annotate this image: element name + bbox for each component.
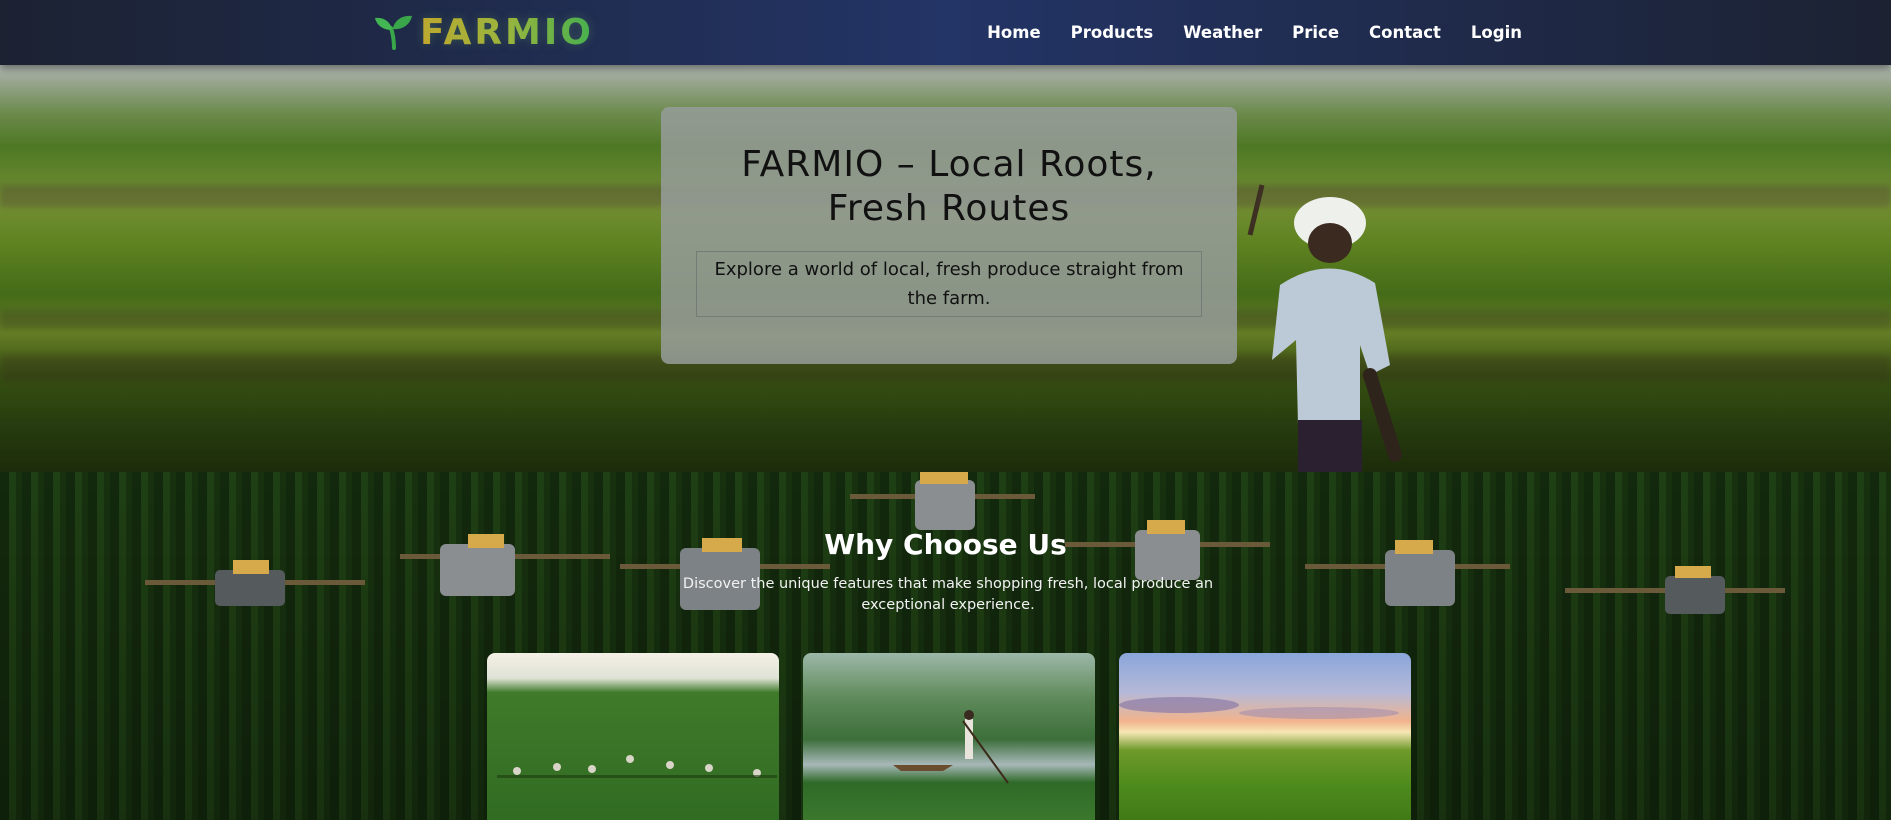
nav-link-contact[interactable]: Contact: [1369, 23, 1441, 42]
tractor-image: [1565, 566, 1785, 614]
brand-logo[interactable]: FARMIO: [374, 10, 594, 54]
why-choose-us-subtitle: Discover the unique features that make s…: [682, 576, 1214, 613]
why-choose-us-title: Why Choose Us: [824, 528, 1067, 561]
field-tractors-thumbnail: [497, 755, 777, 778]
sunset-field-thumbnail: [1119, 697, 1399, 719]
feature-card-image[interactable]: [803, 653, 1095, 820]
nav-link-login[interactable]: Login: [1471, 23, 1522, 42]
main-nav: Home Products Weather Price Contact Logi…: [987, 0, 1522, 65]
navbar: FARMIO Home Products Weather Price Conta…: [0, 0, 1891, 65]
river-boat-thumbnail: [893, 710, 1009, 784]
hero-title: FARMIO – Local Roots, Fresh Routes: [741, 144, 1157, 229]
farmer-figure: [1247, 184, 1402, 472]
sprout-icon: [375, 15, 412, 50]
brand-name: FARMIO: [420, 11, 594, 53]
feature-card-image[interactable]: [1119, 653, 1411, 820]
tractor-image: [145, 560, 365, 606]
nav-link-price[interactable]: Price: [1292, 23, 1339, 42]
hero-section: FARMIO – Local Roots, Fresh Routes Explo…: [0, 65, 1891, 472]
hero-card: FARMIO – Local Roots, Fresh Routes Explo…: [661, 107, 1237, 364]
nav-link-home[interactable]: Home: [987, 23, 1041, 42]
nav-link-products[interactable]: Products: [1071, 23, 1154, 42]
why-choose-us-section: Why Choose Us Discover the unique featur…: [0, 472, 1891, 820]
feature-card-image[interactable]: [487, 653, 779, 820]
hero-subtitle: Explore a world of local, fresh produce …: [696, 251, 1202, 317]
nav-link-weather[interactable]: Weather: [1183, 23, 1262, 42]
